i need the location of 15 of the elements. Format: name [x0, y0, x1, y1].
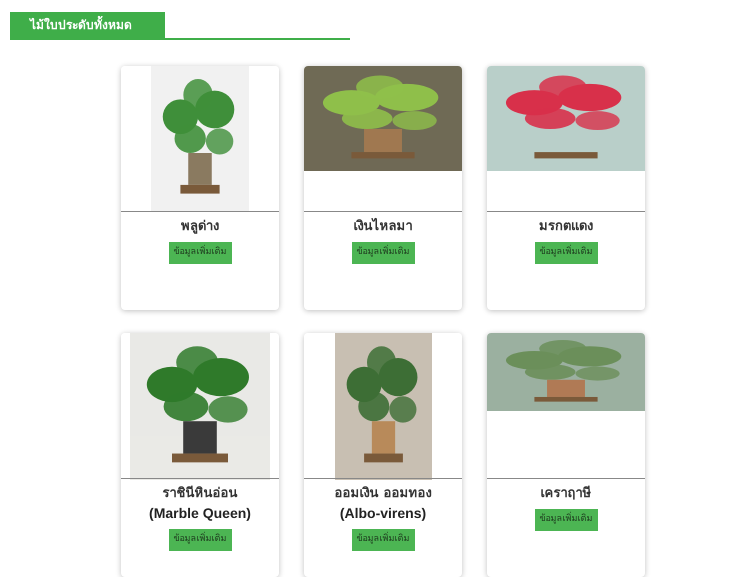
plant-name: เคราฤาษี [540, 485, 592, 503]
plant-name: พลูด่าง [181, 218, 219, 236]
section-title: ไม้ใบประดับทั้งหมด [10, 12, 165, 38]
more-info-button[interactable]: ข้อมูลเพิ่มเติม [534, 509, 598, 531]
plant-name: (Marble Queen) [149, 504, 251, 523]
plant-name: ออมเงิน ออมทอง [334, 485, 432, 503]
plant-name: มรกตแดง [539, 218, 593, 236]
plant-name: (Albo-virens) [340, 504, 426, 523]
more-info-button[interactable]: ข้อมูลเพิ่มเติม [352, 242, 414, 264]
plant-name: เงินไหลมา [354, 218, 412, 236]
plant-name: ราชินีหินอ่อน [162, 485, 238, 503]
more-info-button[interactable]: ข้อมูลเพิ่มเติม [534, 242, 598, 264]
more-info-button[interactable]: ข้อมูลเพิ่มเติม [168, 242, 232, 264]
more-info-button[interactable]: ข้อมูลเพิ่มเติม [168, 529, 232, 551]
more-info-button[interactable]: ข้อมูลเพิ่มเติม [352, 529, 414, 551]
